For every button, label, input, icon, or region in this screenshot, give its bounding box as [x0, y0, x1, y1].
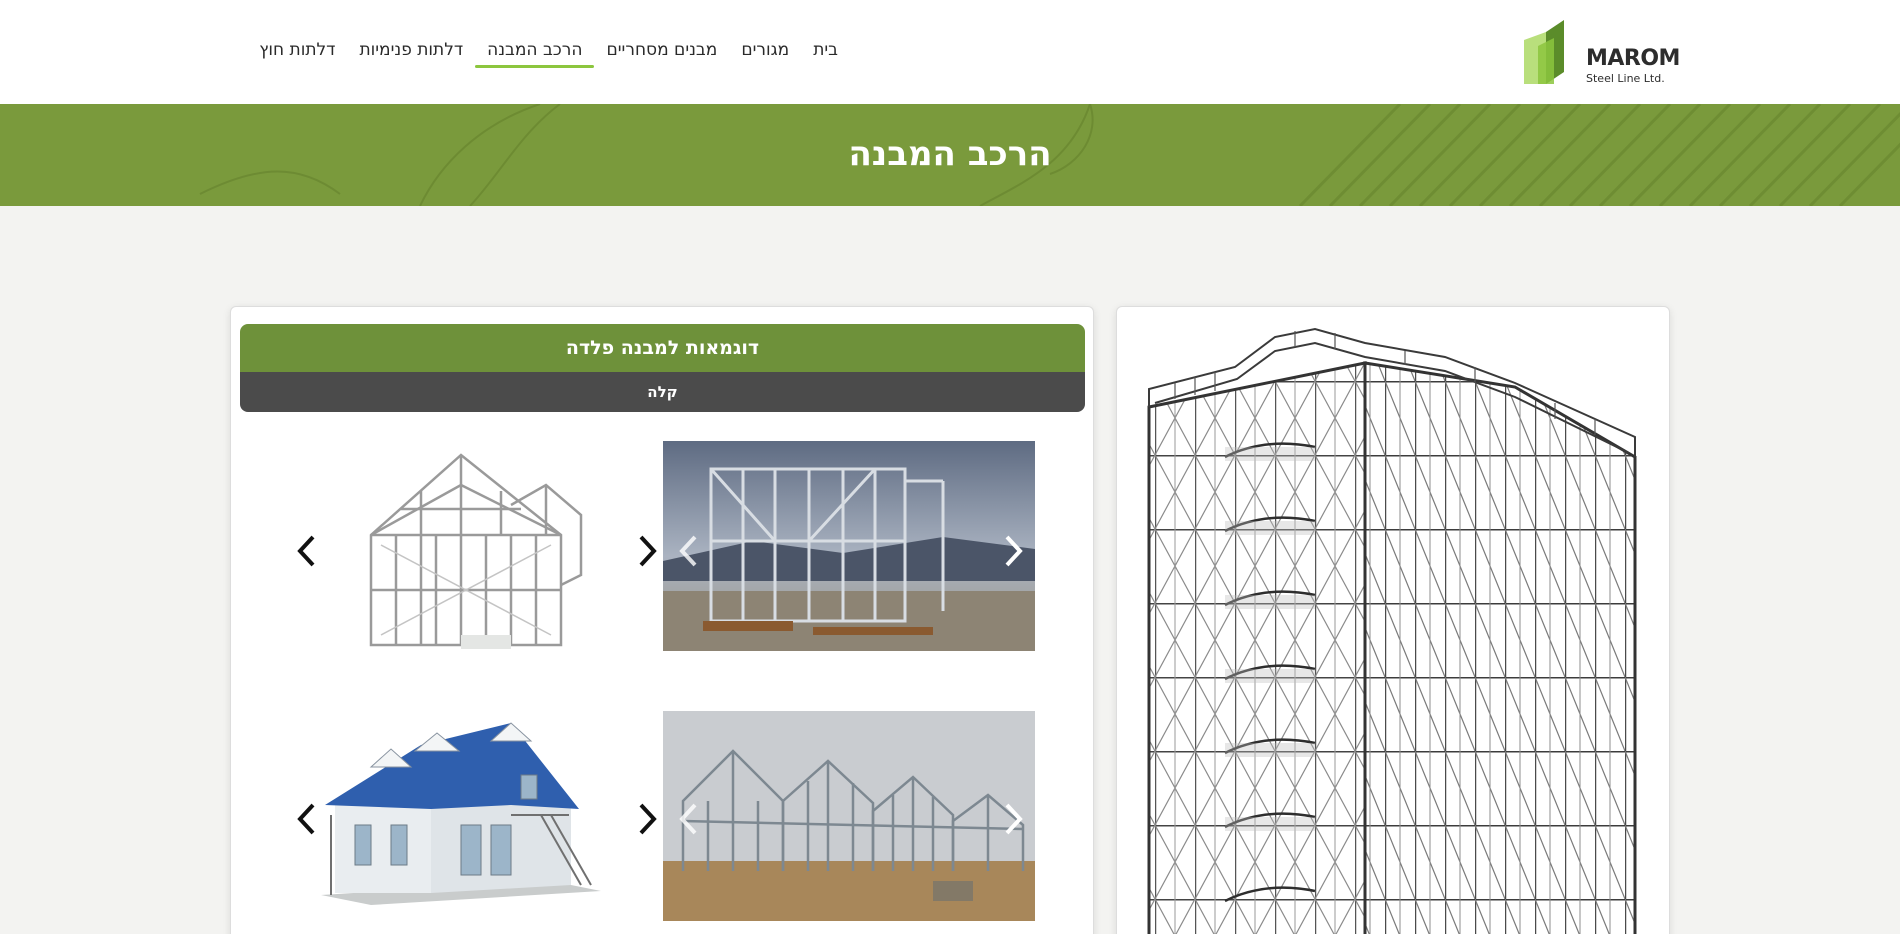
chevron-left-icon [679, 535, 697, 567]
logo-tagline: Steel Line Ltd. [1586, 72, 1665, 85]
page-title: הרכב המבנה [848, 134, 1052, 174]
examples-subtitle: קלה [240, 372, 1085, 412]
main-nav: בית מגורים מבנים מסחריים הרכב המבנה דלתו… [247, 36, 850, 70]
gallery-3-prev-arrow[interactable] [675, 799, 703, 839]
gallery-1-next-arrow[interactable] [999, 531, 1027, 571]
gallery-image-construction-site[interactable] [663, 441, 1035, 651]
nav-item-exterior-doors[interactable]: דלתות חוץ [247, 36, 347, 70]
nav-item-interior-doors[interactable]: דלתות פנימיות [347, 36, 475, 70]
gallery-2-prev-arrow[interactable] [293, 531, 321, 571]
chevron-right-icon [1005, 803, 1023, 835]
multi-storey-steel-frame-image [1147, 327, 1637, 934]
nav-item-commercial[interactable]: מבנים מסחריים [594, 36, 729, 70]
gallery-image-steel-row-houses[interactable] [663, 711, 1035, 921]
nav-item-structure[interactable]: הרכב המבנה [475, 36, 595, 70]
chevron-right-icon [639, 535, 657, 567]
nav-item-home[interactable]: בית [801, 36, 850, 70]
logo-name: MAROM [1586, 46, 1680, 71]
gallery-3-next-arrow[interactable] [999, 799, 1027, 839]
feature-image-card [1116, 306, 1670, 934]
examples-card: דוגמאות למבנה פלדה קלה [230, 306, 1094, 934]
gallery-4-next-arrow[interactable] [633, 799, 661, 839]
marom-logo[interactable]: MAROM Steel Line Ltd. [1524, 18, 1680, 88]
page-banner: הרכב המבנה [0, 104, 1900, 206]
gallery-image-3d-steel-house[interactable] [311, 425, 611, 669]
chevron-left-icon [297, 535, 315, 567]
nav-item-residential[interactable]: מגורים [729, 36, 801, 70]
chevron-left-icon [297, 803, 315, 835]
logo-mark-icon [1524, 20, 1564, 84]
chevron-left-icon [679, 803, 697, 835]
chevron-right-icon [639, 803, 657, 835]
site-header: MAROM Steel Line Ltd. בית מגורים מבנים מ… [0, 0, 1900, 104]
chevron-right-icon [1005, 535, 1023, 567]
gallery-4-prev-arrow[interactable] [293, 799, 321, 839]
examples-title: דוגמאות למבנה פלדה [240, 324, 1085, 372]
gallery-2-next-arrow[interactable] [633, 531, 661, 571]
gallery-image-finished-house[interactable] [311, 705, 611, 915]
gallery-1-prev-arrow[interactable] [675, 531, 703, 571]
